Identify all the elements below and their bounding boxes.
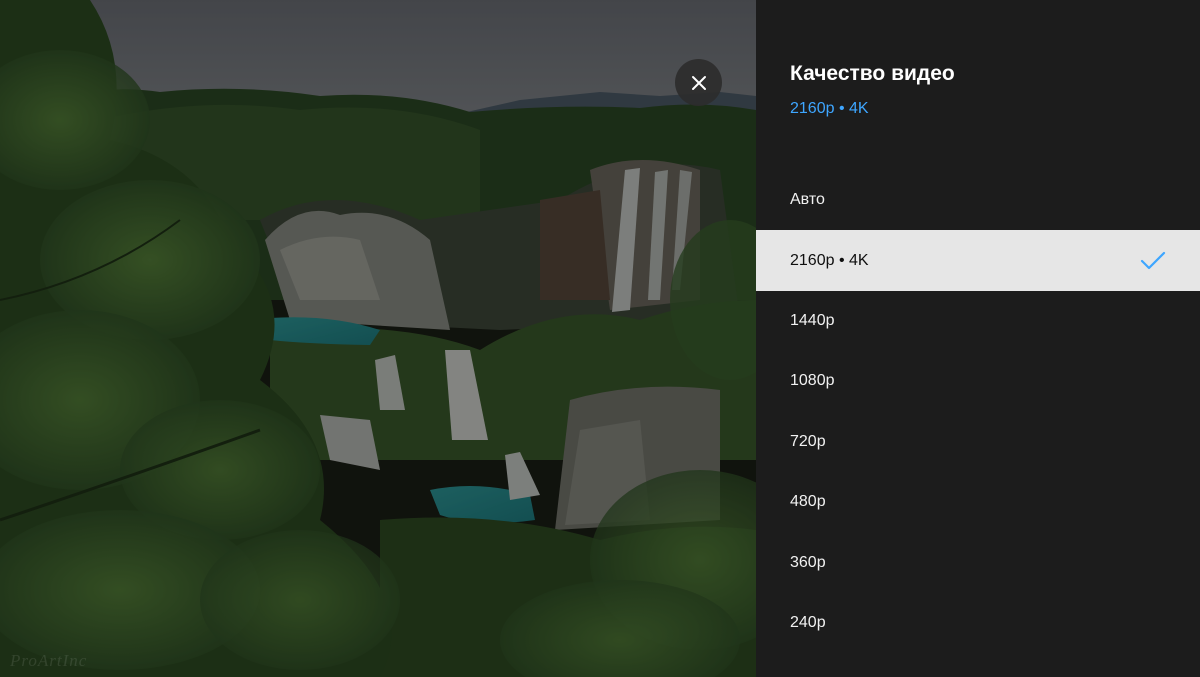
video-dim-overlay	[0, 0, 756, 677]
quality-option-360p[interactable]: 360p	[756, 532, 1200, 592]
quality-option-label: 1440p	[790, 311, 835, 329]
quality-options-list: Авто 2160p • 4K 1440p 1080p 720p 480p 36…	[756, 170, 1200, 653]
quality-option-1440p[interactable]: 1440p	[756, 291, 1200, 351]
close-button[interactable]	[675, 59, 722, 106]
quality-option-480p[interactable]: 480p	[756, 472, 1200, 532]
video-player[interactable]: ProArtInc	[0, 0, 756, 677]
quality-option-label: 360p	[790, 553, 826, 571]
quality-option-720p[interactable]: 720p	[756, 412, 1200, 472]
checkmark-icon	[1140, 251, 1166, 269]
video-watermark: ProArtInc	[10, 651, 88, 670]
close-icon	[691, 75, 706, 90]
quality-option-label: 480p	[790, 493, 826, 511]
quality-option-label: Авто	[790, 191, 825, 209]
quality-option-label: 2160p • 4K	[790, 251, 869, 269]
quality-option-auto[interactable]: Авто	[756, 170, 1200, 230]
panel-title: Качество видео	[790, 62, 955, 85]
quality-settings-panel: Качество видео 2160p • 4K Авто 2160p • 4…	[756, 0, 1200, 677]
quality-option-label: 240p	[790, 613, 826, 631]
quality-option-240p[interactable]: 240p	[756, 593, 1200, 653]
current-quality-label: 2160p • 4K	[790, 100, 869, 117]
quality-option-label: 720p	[790, 432, 826, 450]
quality-option-label: 1080p	[790, 372, 835, 390]
quality-option-2160p[interactable]: 2160p • 4K	[756, 230, 1200, 291]
quality-option-1080p[interactable]: 1080p	[756, 351, 1200, 411]
